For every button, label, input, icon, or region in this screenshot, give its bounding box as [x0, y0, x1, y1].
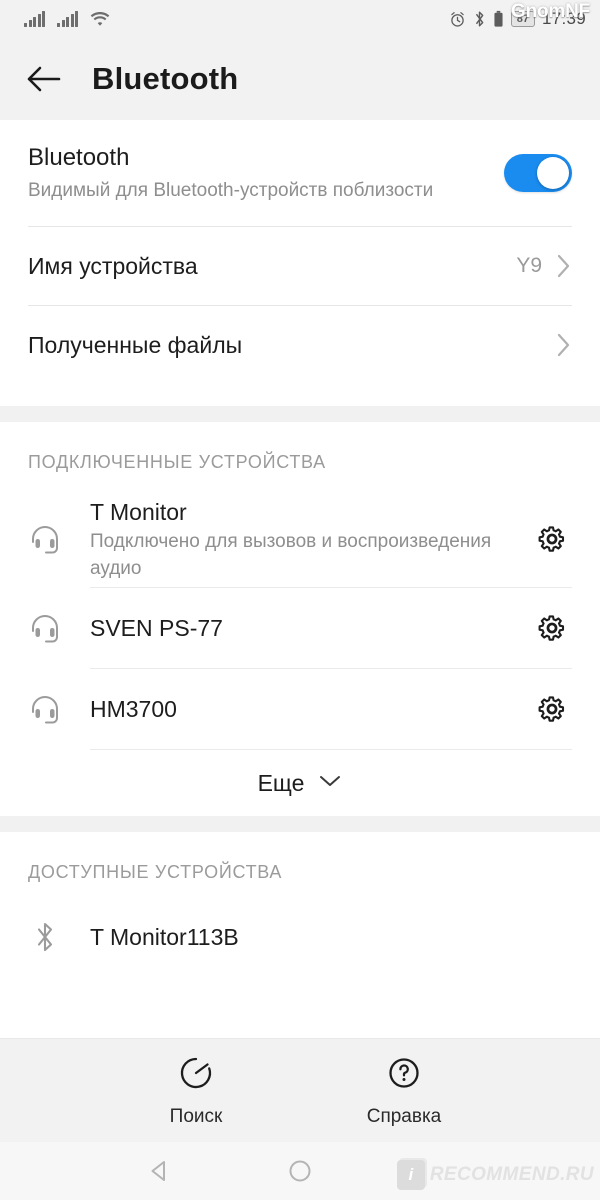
help-question-icon — [384, 1053, 424, 1098]
bluetooth-subtitle: Видимый для Bluetooth-устройств поблизос… — [28, 180, 434, 201]
show-more-button[interactable]: Еще — [0, 750, 600, 816]
bluetooth-toggle-switch[interactable] — [504, 154, 572, 192]
bluetooth-icon — [22, 920, 68, 954]
device-name-label: Имя устройства — [28, 253, 198, 279]
cellular-signal-icon-2 — [57, 11, 78, 27]
device-name-label-wrap: Имя устройства — [28, 251, 516, 281]
gear-icon[interactable] — [532, 693, 572, 725]
headset-icon — [22, 692, 68, 726]
device-name-row[interactable]: Имя устройства Y9 — [0, 227, 600, 305]
cellular-signal-icon — [24, 11, 45, 27]
device-name: HM3700 — [90, 695, 177, 722]
status-bar: 87 17:39 GnomNF — [0, 0, 600, 38]
alarm-clock-icon — [449, 11, 466, 28]
help-button[interactable]: Справка — [339, 1053, 469, 1128]
settings-sheet: Bluetooth Видимый для Bluetooth-устройст… — [0, 120, 600, 406]
received-files-label-wrap: Полученные файлы — [28, 330, 556, 360]
watermark-badge: i — [396, 1160, 425, 1190]
toggle-knob — [537, 157, 569, 189]
connected-device-body-3: HM3700 — [68, 694, 532, 725]
connected-devices-header: ПОДКЛЮЧЕННЫЕ УСТРОЙСТВА — [28, 452, 326, 472]
device-name: SVEN PS-77 — [90, 614, 223, 641]
chevron-down-icon — [318, 773, 342, 794]
back-arrow-icon[interactable] — [26, 64, 62, 94]
connected-devices-sheet: ПОДКЛЮЧЕННЫЕ УСТРОЙСТВА T Monitor Подклю… — [0, 422, 600, 816]
received-files-row[interactable]: Полученные файлы — [0, 306, 600, 384]
gear-icon[interactable] — [532, 523, 572, 555]
device-status: Подключено для вызовов и воспроизведения… — [90, 530, 492, 579]
page-title: Bluetooth — [92, 61, 239, 96]
bluetooth-icon — [473, 10, 486, 28]
system-nav-bar: i RECOMMEND.RU — [0, 1142, 600, 1200]
wifi-icon — [90, 11, 110, 27]
connected-device-row-1[interactable]: T Monitor Подключено для вызовов и воспр… — [0, 491, 600, 587]
watermark-gnomnf: GnomNF — [510, 1, 590, 22]
show-more-label: Еще — [257, 769, 305, 796]
available-devices-header: ДОСТУПНЫЕ УСТРОЙСТВА — [28, 862, 283, 882]
sheet-bottom-pad — [0, 384, 600, 406]
bluetooth-label: Bluetooth — [28, 144, 130, 171]
bluetooth-toggle-text: Bluetooth Видимый для Bluetooth-устройст… — [28, 142, 504, 204]
connected-device-row-3[interactable]: HM3700 — [0, 669, 600, 749]
received-files-label: Полученные файлы — [28, 332, 243, 358]
bottom-toolbar: Поиск Справка — [0, 1038, 600, 1142]
gear-icon[interactable] — [532, 612, 572, 644]
section-gap — [0, 816, 600, 832]
available-device-row-1[interactable]: T Monitor113B — [0, 901, 600, 973]
connected-device-body-1: T Monitor Подключено для вызовов и воспр… — [68, 497, 532, 582]
watermark-irecommend: i RECOMMEND.RU — [396, 1160, 594, 1190]
battery-icon — [493, 10, 504, 28]
nav-back-triangle-icon[interactable] — [130, 1151, 190, 1191]
headset-icon — [22, 522, 68, 556]
available-device-body-1: T Monitor113B — [68, 922, 572, 953]
connected-device-row-2[interactable]: SVEN PS-77 — [0, 588, 600, 668]
device-name-value: Y9 — [516, 254, 542, 277]
scan-refresh-icon — [176, 1053, 216, 1098]
device-name: T Monitor113B — [90, 923, 239, 950]
app-header: Bluetooth — [0, 38, 600, 120]
phone-screen: 87 17:39 GnomNF Bluetooth Bluetooth Види… — [0, 0, 600, 1200]
status-bar-left — [14, 11, 110, 27]
device-name: T Monitor — [90, 498, 187, 525]
chevron-right-icon — [556, 253, 572, 279]
help-label: Справка — [366, 1106, 442, 1127]
scan-label: Поиск — [169, 1106, 223, 1127]
connected-device-body-2: SVEN PS-77 — [68, 613, 532, 644]
headset-icon — [22, 611, 68, 645]
bluetooth-toggle-row[interactable]: Bluetooth Видимый для Bluetooth-устройст… — [0, 120, 600, 226]
available-devices-sheet: ДОСТУПНЫЕ УСТРОЙСТВА T Monitor113B — [0, 832, 600, 973]
watermark-text: RECOMMEND.RU — [429, 1164, 594, 1185]
chevron-right-icon — [556, 332, 572, 358]
scan-button[interactable]: Поиск — [131, 1053, 261, 1128]
section-gap — [0, 406, 600, 422]
nav-home-circle-icon[interactable] — [270, 1151, 330, 1191]
